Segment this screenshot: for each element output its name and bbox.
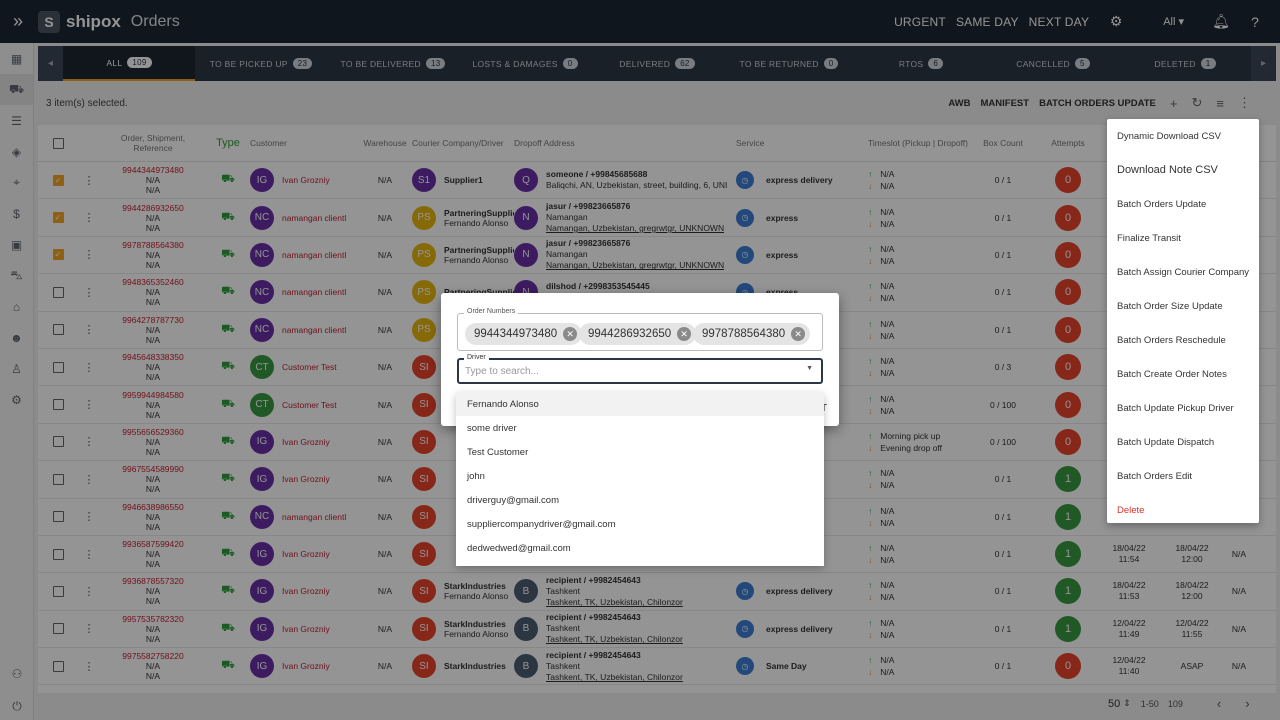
chip-label: 9944344973480 bbox=[474, 328, 558, 340]
chip-remove-icon[interactable]: ✕ bbox=[677, 327, 692, 341]
driver-options-list: Fernando Alonso some driver Test Customer j… bbox=[456, 392, 824, 566]
menu-item-delete[interactable]: Delete bbox=[1107, 493, 1259, 527]
menu-item-batch-assign-courier-company[interactable]: Batch Assign Courier Company bbox=[1107, 255, 1259, 289]
menu-item-batch-update-dispatch[interactable]: Batch Update Dispatch bbox=[1107, 425, 1259, 459]
menu-item-batch-order-size-update[interactable]: Batch Order Size Update bbox=[1107, 289, 1259, 323]
order-numbers-label: Order Numbers bbox=[464, 308, 519, 315]
menu-item-batch-create-order-notes[interactable]: Batch Create Order Notes bbox=[1107, 357, 1259, 391]
driver-search-input[interactable] bbox=[465, 364, 785, 378]
driver-option[interactable]: Fernando Alonso bbox=[456, 392, 824, 416]
menu-item-finalize-transit[interactable]: Finalize Transit bbox=[1107, 221, 1259, 255]
driver-option[interactable]: dedwedwed@gmail.com bbox=[456, 536, 824, 560]
driver-option[interactable]: john bbox=[456, 464, 824, 488]
chip-label: 9978788564380 bbox=[702, 328, 786, 340]
batch-actions-menu: Dynamic Download CSV Download Note CSV Bat… bbox=[1107, 119, 1259, 523]
chip-label: 9944286932650 bbox=[588, 328, 672, 340]
menu-item-batch-orders-edit[interactable]: Batch Orders Edit bbox=[1107, 459, 1259, 493]
driver-option[interactable]: driverguy@gmail.com bbox=[456, 488, 824, 512]
driver-field: Driver ▼ bbox=[457, 354, 823, 384]
driver-label: Driver bbox=[464, 354, 489, 361]
menu-item-batch-orders-reschedule[interactable]: Batch Orders Reschedule bbox=[1107, 323, 1259, 357]
chip-remove-icon[interactable]: ✕ bbox=[791, 327, 806, 341]
menu-item-batch-update-pickup-driver[interactable]: Batch Update Pickup Driver bbox=[1107, 391, 1259, 425]
driver-option[interactable]: Test Customer bbox=[456, 440, 824, 464]
menu-item-batch-orders-update[interactable]: Batch Orders Update bbox=[1107, 187, 1259, 221]
driver-option[interactable]: suppliercompanydriver@gmail.com bbox=[456, 512, 824, 536]
dropdown-arrow-icon[interactable]: ▼ bbox=[806, 365, 813, 372]
chip-remove-icon[interactable]: ✕ bbox=[563, 327, 578, 341]
driver-option[interactable]: some driver bbox=[456, 416, 824, 440]
menu-item-dynamic-download-csv[interactable]: Dynamic Download CSV bbox=[1107, 119, 1259, 153]
order-chip: 9944286932650 ✕ bbox=[579, 323, 697, 345]
order-chip: 9944344973480 ✕ bbox=[465, 323, 583, 345]
order-chip: 9978788564380 ✕ bbox=[693, 323, 811, 345]
order-numbers-field: Order Numbers 9944344973480 ✕ 99442869326… bbox=[457, 308, 823, 351]
menu-item-download-note-csv[interactable]: Download Note CSV bbox=[1107, 153, 1259, 187]
